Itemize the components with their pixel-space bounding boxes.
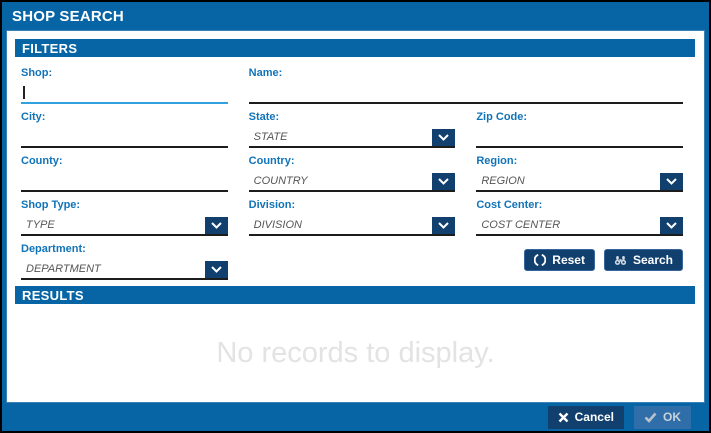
division-select-value: DIVISION [253, 219, 302, 231]
country-select[interactable]: COUNTRY [248, 173, 456, 192]
text-caret [23, 86, 25, 99]
chevron-down-icon[interactable] [660, 217, 683, 234]
region-select-value: REGION [481, 175, 525, 187]
county-input[interactable] [21, 173, 228, 192]
filters-section-header: FILTERS [15, 39, 695, 57]
filters-form: Shop: Name: City: State: STATE Zip Code:… [7, 57, 704, 280]
field-department: Department: DEPARTMENT [21, 240, 228, 280]
close-icon [558, 412, 569, 423]
field-name: Name: [248, 64, 683, 104]
field-region: Region: REGION [476, 152, 683, 192]
dialog-content: FILTERS Shop: Name: City: State: STATE Z… [6, 30, 705, 403]
chevron-down-icon[interactable] [204, 261, 228, 278]
department-select-value: DEPARTMENT [26, 263, 101, 275]
department-select[interactable]: DEPARTMENT [21, 261, 228, 280]
shop-search-dialog: SHOP SEARCH FILTERS Shop: Name: City: St… [0, 0, 711, 433]
reset-button[interactable]: Reset [524, 249, 595, 271]
chevron-down-icon[interactable] [204, 217, 228, 234]
binoculars-icon [614, 254, 627, 266]
results-section-header: RESULTS [15, 286, 695, 304]
field-division: Division: DIVISION [248, 196, 456, 236]
reset-button-label: Reset [552, 253, 585, 267]
cost-center-select-value: COST CENTER [481, 219, 561, 231]
division-select[interactable]: DIVISION [248, 217, 456, 236]
shop-type-label: Shop Type: [21, 199, 81, 211]
state-select[interactable]: STATE [248, 129, 456, 148]
shop-type-select-value: TYPE [26, 219, 55, 231]
zip-input[interactable] [476, 129, 683, 148]
country-label: Country: [248, 155, 295, 167]
chevron-down-icon[interactable] [432, 129, 456, 146]
ok-button[interactable]: OK [634, 405, 691, 429]
region-select[interactable]: REGION [476, 173, 683, 192]
cost-center-select[interactable]: COST CENTER [476, 217, 683, 236]
state-label: State: [248, 111, 280, 123]
field-zip: Zip Code: [476, 108, 683, 148]
search-button[interactable]: Search [603, 249, 683, 271]
zip-label: Zip Code: [476, 111, 528, 123]
field-country: Country: COUNTRY [248, 152, 456, 192]
city-label: City: [21, 111, 46, 123]
shop-type-select[interactable]: TYPE [21, 217, 228, 236]
division-label: Division: [248, 199, 296, 211]
cost-center-label: Cost Center: [476, 199, 543, 211]
state-select-value: STATE [253, 131, 288, 143]
region-label: Region: [476, 155, 518, 167]
field-county: County: [21, 152, 228, 192]
ok-button-label: OK [663, 410, 681, 424]
field-state: State: STATE [248, 108, 456, 148]
chevron-down-icon[interactable] [432, 217, 456, 234]
county-label: County: [21, 155, 63, 167]
reset-icon [534, 254, 547, 266]
field-shop: Shop: [21, 64, 228, 104]
chevron-down-icon[interactable] [660, 173, 683, 190]
field-cost-center: Cost Center: COST CENTER [476, 196, 683, 236]
cancel-button-label: Cancel [574, 410, 614, 424]
field-city: City: [21, 108, 228, 148]
city-input[interactable] [21, 129, 228, 148]
department-label: Department: [21, 243, 86, 255]
name-label: Name: [248, 67, 283, 79]
footer-bar: Cancel OK [2, 403, 709, 431]
chevron-down-icon[interactable] [432, 173, 456, 190]
cancel-button[interactable]: Cancel [547, 405, 624, 429]
results-empty-message: No records to display. [216, 336, 495, 369]
name-input[interactable] [248, 85, 683, 104]
search-button-label: Search [632, 253, 673, 267]
shop-input[interactable] [21, 85, 228, 104]
country-select-value: COUNTRY [253, 175, 308, 187]
window-title: SHOP SEARCH [12, 7, 124, 25]
check-icon [644, 412, 657, 423]
field-shop-type: Shop Type: TYPE [21, 196, 228, 236]
shop-label: Shop: [21, 67, 53, 79]
filter-actions: Reset Search [476, 240, 683, 280]
